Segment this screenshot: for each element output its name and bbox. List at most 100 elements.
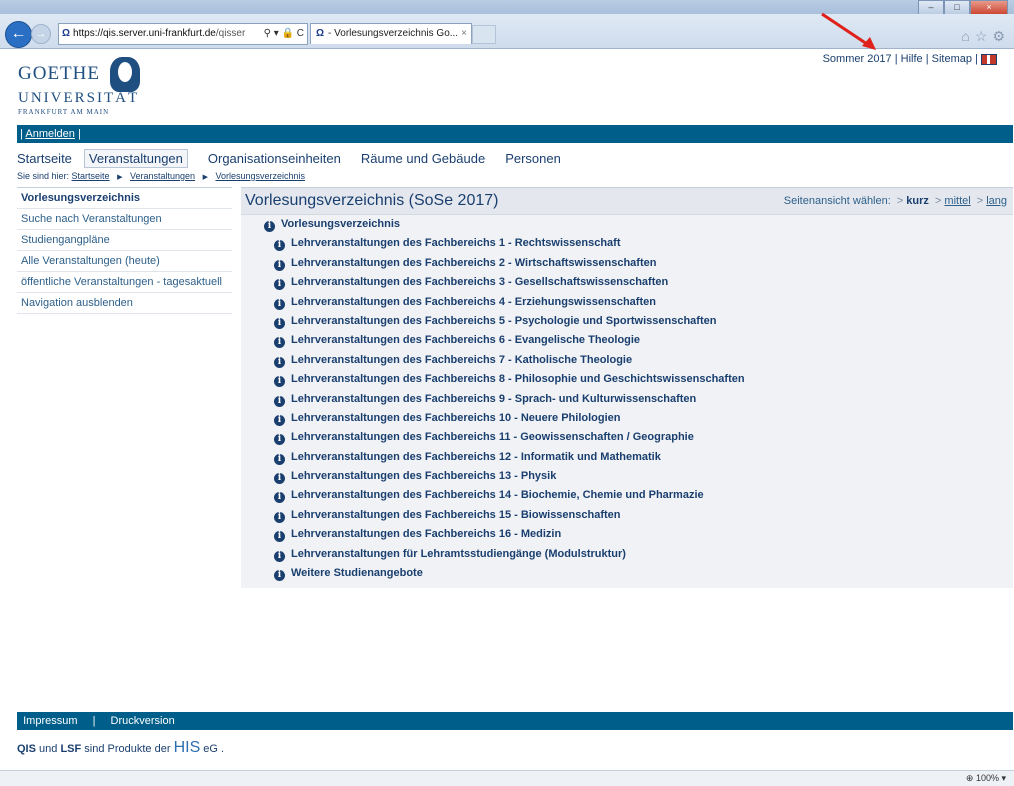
content-header: Vorlesungsverzeichnis (SoSe 2017) Seiten… [241,188,1013,215]
view-lang-link[interactable]: lang [986,195,1007,207]
help-link[interactable]: Hilfe [901,53,923,65]
qis-text: QIS [17,743,36,755]
info-icon[interactable]: i [274,570,285,582]
nav-organisationseinheiten[interactable]: Organisationseinheiten [208,151,341,166]
sidebar-item-alle-veranstaltungen[interactable]: Alle Veranstaltungen (heute) [17,251,232,272]
view-mittel-link[interactable]: mittel [944,195,970,207]
tree-node-label[interactable]: Lehrveranstaltungen des Fachbereichs 8 -… [291,373,745,385]
tree-root-label[interactable]: Vorlesungsverzeichnis [281,218,400,230]
tree-node-label[interactable]: Lehrveranstaltungen des Fachbereichs 7 -… [291,354,632,366]
info-icon[interactable]: i [274,356,285,368]
nav-veranstaltungen[interactable]: Veranstaltungen [83,148,188,168]
tree-node[interactable]: i Lehrveranstaltungen des Fachbereichs 11… [241,431,745,450]
tree-root[interactable]: i Vorlesungsverzeichnis [241,218,745,237]
his-logo[interactable]: HIS [174,739,201,756]
tree-node-label[interactable]: Weitere Studienangebote [291,567,423,579]
info-icon[interactable]: i [274,317,285,329]
breadcrumb-item[interactable]: Startseite [72,171,110,181]
info-icon[interactable]: i [274,376,285,388]
info-icon[interactable]: i [274,531,285,543]
zoom-level[interactable]: ⊕ 100% ▾ [966,773,1006,784]
tab-close-icon[interactable]: × [461,24,467,44]
address-bar[interactable]: Ωhttps://qis.server.uni-frankfurt.de/qis… [58,23,308,45]
sidebar-item-oeffentliche-veranstaltungen[interactable]: öffentliche Veranstaltungen - tagesaktue… [17,272,232,293]
tree-node-label[interactable]: Lehrveranstaltungen des Fachbereichs 15 … [291,509,621,521]
tree-node[interactable]: i Lehrveranstaltungen des Fachbereichs 13… [241,470,745,489]
info-icon[interactable]: i [274,337,285,349]
tree-node-label[interactable]: Lehrveranstaltungen für Lehramtsstudieng… [291,548,626,560]
tree-node[interactable]: i Lehrveranstaltungen des Fachbereichs 1 … [241,237,745,256]
footer-credits: QIS und LSF sind Produkte der HIS eG . [17,739,224,757]
breadcrumb-arrow-icon: ▶ [202,174,208,181]
impressum-link[interactable]: Impressum [23,715,77,727]
tree-node-label[interactable]: Lehrveranstaltungen des Fachbereichs 2 -… [291,257,656,269]
info-icon[interactable]: i [274,298,285,310]
info-icon[interactable]: i [274,453,285,465]
back-arrow-icon[interactable]: ← [5,21,32,48]
info-icon[interactable]: i [264,221,275,232]
semester-link[interactable]: Sommer 2017 [823,53,892,65]
breadcrumb-item[interactable]: Vorlesungsverzeichnis [215,171,305,181]
browser-icons: ⌂☆⚙ [961,28,1010,45]
tree-node-label[interactable]: Lehrveranstaltungen des Fachbereichs 9 -… [291,393,696,405]
info-icon[interactable]: i [274,279,285,291]
new-tab-button[interactable] [472,25,496,44]
home-icon[interactable]: ⌂ [961,28,974,44]
info-icon[interactable]: i [274,414,285,426]
tree-node-label[interactable]: Lehrveranstaltungen des Fachbereichs 4 -… [291,296,656,308]
forward-arrow-icon[interactable]: → [31,24,51,44]
tree-node[interactable]: i Lehrveranstaltungen des Fachbereichs 14… [241,489,745,508]
info-icon[interactable]: i [274,434,285,446]
zoom-value: 100% [975,773,999,783]
info-icon[interactable]: i [274,395,285,407]
nav-startseite[interactable]: Startseite [17,151,72,166]
view-arrow: > [976,195,984,207]
tree-node[interactable]: i Lehrveranstaltungen des Fachbereichs 12… [241,451,745,470]
tree-node-label[interactable]: Lehrveranstaltungen des Fachbereichs 6 -… [291,334,640,346]
favorites-star-icon[interactable]: ☆ [975,28,993,44]
sidebar-item-navigation-ausblenden[interactable]: Navigation ausblenden [17,293,232,314]
info-icon[interactable]: i [274,240,285,252]
info-icon[interactable]: i [274,473,285,485]
druckversion-link[interactable]: Druckversion [111,715,175,727]
tree-node[interactable]: i Lehrveranstaltungen des Fachbereichs 8 … [241,373,745,392]
breadcrumb-item[interactable]: Veranstaltungen [130,171,195,181]
tree-node-label[interactable]: Lehrveranstaltungen des Fachbereichs 13 … [291,470,556,482]
tree-node[interactable]: i Lehrveranstaltungen des Fachbereichs 7 … [241,354,745,373]
tree-node-label[interactable]: Lehrveranstaltungen des Fachbereichs 12 … [291,451,661,463]
info-icon[interactable]: i [274,511,285,523]
tree-node[interactable]: i Lehrveranstaltungen des Fachbereichs 10… [241,412,745,431]
nav-raeume-und-gebaeude[interactable]: Räume und Gebäude [361,151,485,166]
sitemap-link[interactable]: Sitemap [932,53,972,65]
tree-node[interactable]: i Lehrveranstaltungen des Fachbereichs 6 … [241,334,745,353]
login-link[interactable]: Anmelden [25,128,75,140]
tree-node[interactable]: i Weitere Studienangebote [241,567,745,586]
tree-node-label[interactable]: Lehrveranstaltungen des Fachbereichs 5 -… [291,315,716,327]
tree-node-label[interactable]: Lehrveranstaltungen des Fachbereichs 11 … [291,431,694,443]
tree-node[interactable]: i Lehrveranstaltungen des Fachbereichs 9 … [241,393,745,412]
browser-tab[interactable]: Ω- Vorlesungsverzeichnis Go... × [310,23,472,44]
tree-node-label[interactable]: Lehrveranstaltungen des Fachbereichs 14 … [291,489,704,501]
sidebar-item-vorlesungsverzeichnis[interactable]: Vorlesungsverzeichnis [17,188,232,209]
tree-node[interactable]: i Lehrveranstaltungen des Fachbereichs 2 … [241,257,745,276]
info-icon[interactable]: i [274,550,285,562]
sidebar-item-suche[interactable]: Suche nach Veranstaltungen [17,209,232,230]
tree-node[interactable]: i Lehrveranstaltungen des Fachbereichs 15… [241,509,745,528]
tree-node[interactable]: i Lehrveranstaltungen des Fachbereichs 5 … [241,315,745,334]
tree-node-label[interactable]: Lehrveranstaltungen des Fachbereichs 1 -… [291,237,621,249]
sidebar-item-studiengangplaene[interactable]: Studiengangpläne [17,230,232,251]
address-bar-controls[interactable]: ⚲ ▾ 🔒 C [260,24,304,44]
goethe-university-logo[interactable]: GOETHE UNIVERSITÄT FRANKFURT AM MAIN [18,57,158,122]
tree-node-label[interactable]: Lehrveranstaltungen des Fachbereichs 16 … [291,528,561,540]
settings-gear-icon[interactable]: ⚙ [992,28,1010,44]
tree-node[interactable]: i Lehrveranstaltungen des Fachbereichs 3 … [241,276,745,295]
info-icon[interactable]: i [274,492,285,504]
tree-node-label[interactable]: Lehrveranstaltungen des Fachbereichs 10 … [291,412,620,424]
english-flag-icon[interactable] [981,53,997,65]
info-icon[interactable]: i [274,259,285,271]
tree-node[interactable]: i Lehrveranstaltungen des Fachbereichs 4 … [241,296,745,315]
tree-node-label[interactable]: Lehrveranstaltungen des Fachbereichs 3 -… [291,276,668,288]
tree-node[interactable]: i Lehrveranstaltungen des Fachbereichs 16… [241,528,745,547]
tree-node[interactable]: i Lehrveranstaltungen für Lehramtsstudien… [241,548,745,567]
nav-personen[interactable]: Personen [505,151,561,166]
